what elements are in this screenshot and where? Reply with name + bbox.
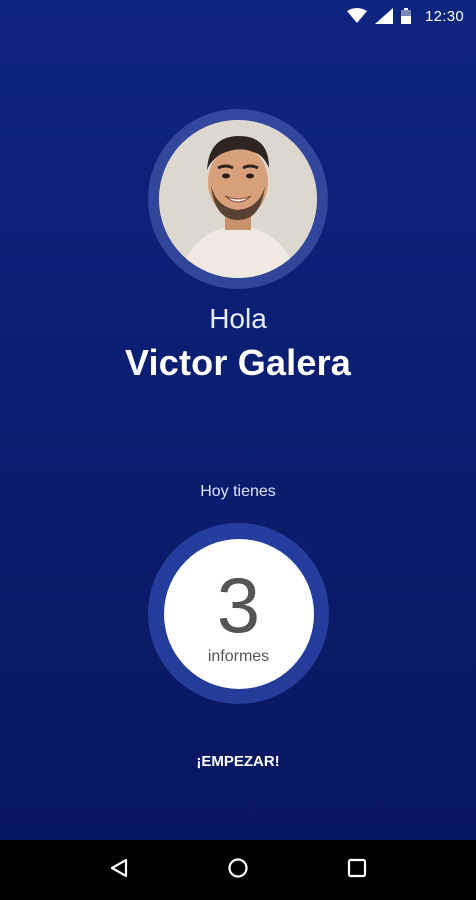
user-name: Victor Galera [124,342,352,383]
battery-icon [400,8,411,24]
recents-icon [346,857,368,884]
reports-count-ring: 3 informes [148,523,329,704]
home-button[interactable] [208,845,268,895]
back-button[interactable] [89,845,149,895]
home-icon [227,857,249,884]
navigation-bar [0,840,476,900]
back-icon [108,857,130,884]
avatar-ring [148,109,328,289]
reports-count-unit: informes [207,647,270,665]
start-button[interactable]: ¡EMPEZAR! [168,744,308,778]
status-time: 12:30 [424,7,464,25]
greeting-text: Hola [209,303,267,334]
reports-count-number: 3 [216,560,261,649]
wifi-icon [346,8,367,24]
signal-icon [374,8,393,24]
home-screen: 12:30 Hola Victor Galera Hoy tienes 3 in… [0,0,476,900]
avatar[interactable] [159,120,317,278]
reports-count-card[interactable]: 3 informes [163,538,314,689]
today-label: Hoy tienes [200,483,276,500]
status-bar: 12:30 [0,0,476,32]
avatar-photo [159,120,317,278]
recents-button[interactable] [327,845,387,895]
